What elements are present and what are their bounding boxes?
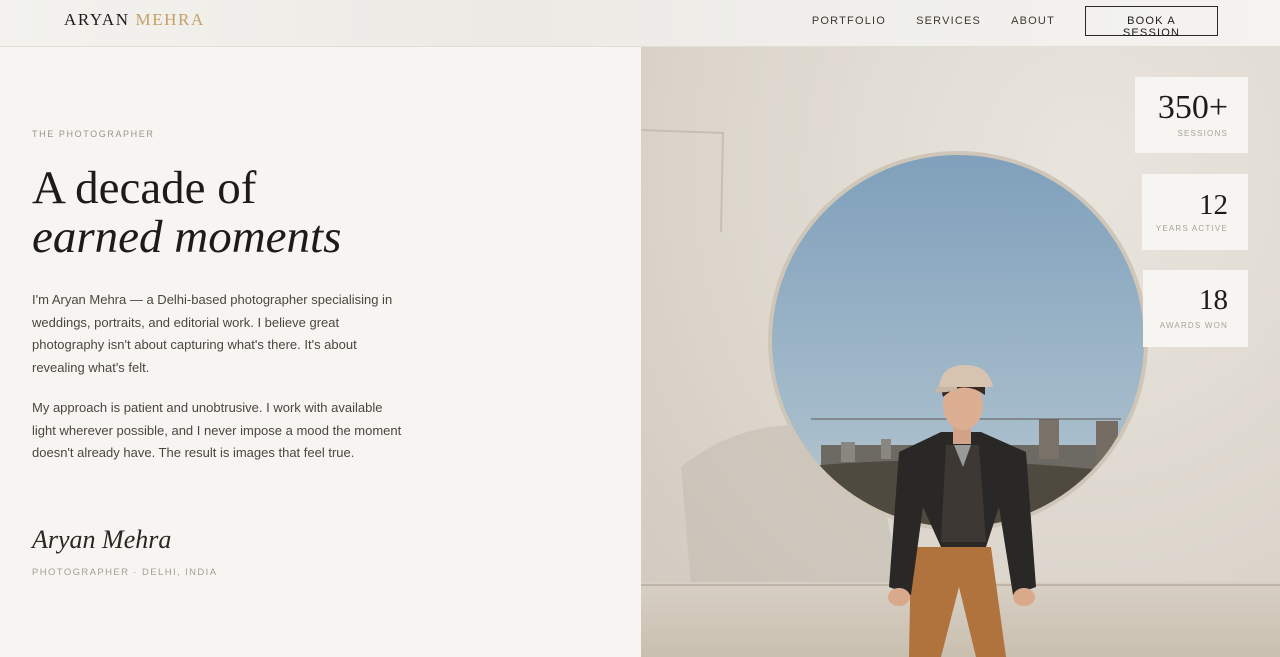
bio-paragraph-2: My approach is patient and unobtrusive. … <box>32 400 402 461</box>
nav-about[interactable]: ABOUT <box>1011 15 1055 27</box>
signature-subtitle: PHOTOGRAPHER · DELHI, INDIA <box>32 567 218 578</box>
section-eyebrow: THE PHOTOGRAPHER <box>32 129 155 139</box>
site-logo[interactable]: ARYAN MEHRA <box>64 10 205 30</box>
signature: Aryan Mehra <box>32 525 172 554</box>
stat-awards-won: 18 AWARDS WON <box>1143 270 1248 347</box>
bio-paragraph-1: I'm Aryan Mehra — a Delhi-based photogra… <box>32 292 393 375</box>
nav-services[interactable]: SERVICES <box>916 15 981 27</box>
stat-label: AWARDS WON <box>1159 321 1228 330</box>
stat-years-active: 12 YEARS ACTIVE <box>1142 174 1248 250</box>
title-line-2: earned moments <box>32 211 342 263</box>
stat-sessions: 350+ SESSIONS <box>1135 77 1248 153</box>
book-session-button[interactable]: BOOK A SESSION <box>1085 6 1218 39</box>
page-title: A decade of earned moments <box>32 164 341 262</box>
logo-first-name: ARYAN <box>64 10 130 29</box>
stat-label: SESSIONS <box>1177 129 1228 138</box>
logo-last-name: MEHRA <box>135 10 205 29</box>
stat-value: 350+ <box>1157 89 1228 126</box>
title-line-1: A decade of <box>32 162 257 214</box>
about-section: THE PHOTOGRAPHER A decade of earned mome… <box>0 47 641 657</box>
nav-portfolio[interactable]: PORTFOLIO <box>812 15 886 27</box>
stat-value: 12 <box>1199 189 1228 221</box>
main-nav: PORTFOLIO SERVICES ABOUT BOOK A SESSION <box>812 6 1218 39</box>
site-header: ARYAN MEHRA PORTFOLIO SERVICES ABOUT BOO… <box>0 0 1280 47</box>
stat-label: YEARS ACTIVE <box>1155 224 1228 233</box>
stat-value: 18 <box>1199 284 1228 316</box>
